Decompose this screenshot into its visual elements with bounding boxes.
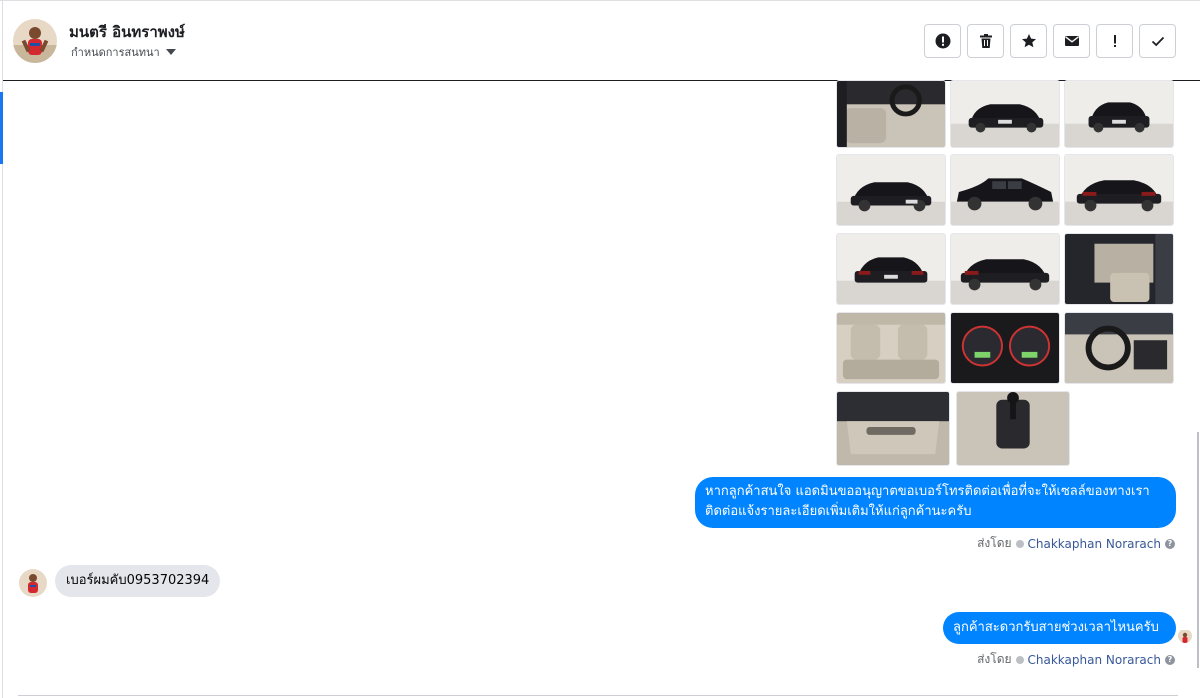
caret-down-icon — [165, 49, 176, 55]
active-indicator — [0, 92, 3, 164]
sent-by-line: ส่งโดย Chakkaphan Norarach ? — [977, 650, 1175, 669]
contact-avatar[interactable] — [13, 19, 57, 63]
mark-important-button[interactable] — [1096, 24, 1133, 58]
outgoing-message-bubble[interactable]: ลูกค้าสะดวกรับสายช่วงเวลาไหนครับ — [943, 612, 1176, 644]
photo-door-panel[interactable] — [836, 391, 950, 466]
seen-avatar-icon — [1178, 629, 1192, 643]
trash-icon — [979, 34, 992, 48]
photo-dashboard-gauges[interactable] — [950, 312, 1060, 384]
photo-car-front-3[interactable] — [836, 154, 946, 226]
composer-top-border — [18, 695, 1178, 696]
exclamation-icon — [1113, 35, 1116, 47]
envelope-icon — [1064, 36, 1079, 46]
photo-steering-wheel[interactable] — [1064, 312, 1174, 384]
photo-car-rear-2[interactable] — [836, 233, 946, 305]
sent-by-label: ส่งโดย — [977, 536, 1012, 550]
conversation-toolbar — [924, 24, 1176, 58]
photo-car-rear-3[interactable] — [950, 233, 1060, 305]
assign-label: กำหนดการสนทนา — [71, 46, 160, 59]
outgoing-message-bubble[interactable]: หากลูกค้าสนใจ แอดมินขออนุญาตขอเบอร์โทรติ… — [695, 477, 1176, 528]
checkmark-icon — [1151, 36, 1164, 47]
mark-unread-button[interactable] — [1053, 24, 1090, 58]
photo-car-rear-1[interactable] — [1064, 154, 1174, 226]
photo-car-front-1[interactable] — [950, 80, 1060, 148]
star-button[interactable] — [1010, 24, 1047, 58]
conversation-header: มนตรี อินทราพงษ์ กำหนดการสนทนา — [3, 1, 1200, 81]
delete-button[interactable] — [967, 24, 1004, 58]
agent-name-link[interactable]: Chakkaphan Norarach — [1028, 653, 1161, 667]
contact-avatar-small[interactable] — [19, 569, 47, 597]
help-icon[interactable]: ? — [1165, 538, 1175, 549]
photo-interior-2[interactable] — [1064, 233, 1174, 305]
verified-icon — [1015, 655, 1024, 664]
incoming-message-bubble[interactable]: เบอร์ผมคับ0953702394 — [55, 565, 221, 597]
assign-conversation-dropdown[interactable]: กำหนดการสนทนา — [71, 43, 176, 61]
sent-by-label: ส่งโดย — [977, 652, 1012, 666]
photo-car-side[interactable] — [950, 154, 1060, 226]
agent-name-link[interactable]: Chakkaphan Norarach — [1028, 537, 1161, 551]
photo-interior-1[interactable] — [836, 80, 946, 148]
alert-circle-icon — [935, 33, 950, 49]
contact-name: มนตรี อินทราพงษ์ — [69, 23, 185, 41]
mark-done-button[interactable] — [1139, 24, 1176, 58]
photo-car-front-2[interactable] — [1064, 80, 1174, 148]
photo-gear-console[interactable] — [956, 391, 1070, 466]
sent-by-line: ส่งโดย Chakkaphan Norarach ? — [977, 534, 1175, 553]
help-icon[interactable]: ? — [1165, 654, 1175, 665]
verified-icon — [1015, 539, 1024, 548]
star-icon — [1021, 34, 1036, 48]
report-spam-button[interactable] — [924, 24, 961, 58]
scrollbar[interactable] — [1197, 432, 1199, 668]
photo-rear-seat[interactable] — [836, 312, 946, 384]
